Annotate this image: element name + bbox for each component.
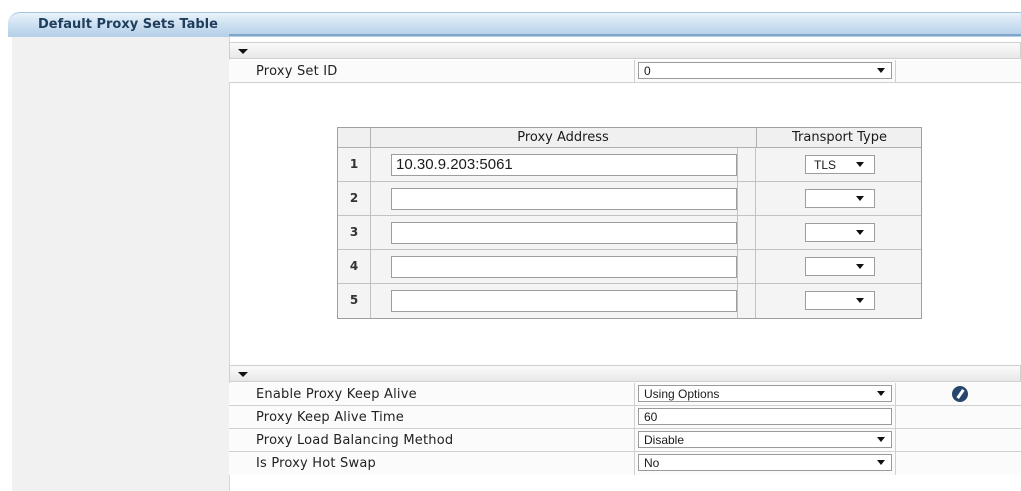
load-balancing-row: Proxy Load Balancing Method Disable: [229, 429, 1021, 452]
section-collapse-bar-general[interactable]: [229, 42, 1021, 59]
transport-type-header: Transport Type: [792, 130, 887, 145]
proxy-address-input[interactable]: [391, 222, 737, 244]
table-header: Proxy Address Transport Type: [338, 128, 921, 148]
column-divider: [895, 406, 896, 428]
column-divider: [634, 406, 635, 428]
hot-swap-label: Is Proxy Hot Swap: [256, 456, 376, 471]
keep-alive-time-label: Proxy Keep Alive Time: [256, 410, 404, 425]
column-divider: [895, 429, 896, 451]
row-index: 4: [338, 250, 371, 283]
column-divider: [895, 60, 896, 82]
hot-swap-select[interactable]: No: [638, 454, 892, 471]
proxy-address-input[interactable]: [391, 290, 737, 312]
cell-gap: [737, 148, 756, 181]
collapse-arrow-icon[interactable]: [238, 49, 248, 54]
keep-alive-label: Enable Proxy Keep Alive: [256, 387, 417, 402]
load-balancing-value: Disable: [644, 433, 685, 447]
collapse-arrow-icon[interactable]: [238, 372, 248, 377]
cell-gap: [737, 216, 756, 249]
dropdown-arrow-icon: [877, 391, 885, 396]
column-divider: [634, 429, 635, 451]
section-collapse-bar-keepalive[interactable]: [229, 365, 1021, 382]
index-column-header: [338, 128, 371, 147]
transport-type-value: TLS: [814, 158, 837, 172]
proxy-address-input[interactable]: 10.30.9.203:5061: [391, 154, 737, 176]
proxy-address-table: Proxy Address Transport Type 1 10.30.9.2…: [337, 127, 922, 319]
table-row: 5: [338, 284, 921, 318]
transport-type-select[interactable]: [805, 223, 875, 242]
table-row: 1 10.30.9.203:5061 TLS: [338, 148, 921, 182]
page-title: Default Proxy Sets Table: [38, 17, 218, 32]
dropdown-arrow-icon: [856, 230, 864, 235]
dropdown-arrow-icon: [856, 162, 864, 167]
proxy-set-id-select[interactable]: 0: [638, 62, 892, 79]
table-row: 2: [338, 182, 921, 216]
cell-gap: [737, 182, 756, 215]
table-row: 4: [338, 250, 921, 284]
column-divider: [634, 452, 635, 475]
load-balancing-label: Proxy Load Balancing Method: [256, 433, 454, 448]
dropdown-arrow-icon: [856, 196, 864, 201]
keep-alive-time-input[interactable]: 60: [638, 408, 892, 425]
hot-swap-value: No: [644, 456, 660, 470]
row-index: 1: [338, 148, 371, 181]
edit-pencil-icon[interactable]: [952, 386, 968, 402]
table-row: 3: [338, 216, 921, 250]
transport-type-select[interactable]: [805, 291, 875, 310]
proxy-address-header: Proxy Address: [370, 128, 757, 147]
keep-alive-select[interactable]: Using Options: [638, 385, 892, 402]
title-underline: [229, 34, 1021, 36]
proxy-set-id-row: Proxy Set ID 0: [229, 60, 1021, 83]
column-divider: [634, 60, 635, 82]
dropdown-arrow-icon: [877, 437, 885, 442]
column-divider: [895, 452, 896, 475]
transport-type-select[interactable]: TLS: [805, 155, 875, 174]
dropdown-arrow-icon: [856, 264, 864, 269]
dropdown-arrow-icon: [877, 68, 885, 73]
load-balancing-select[interactable]: Disable: [638, 431, 892, 448]
dropdown-arrow-icon: [856, 298, 864, 303]
column-divider: [895, 383, 896, 405]
cell-gap: [737, 284, 756, 318]
hot-swap-row: Is Proxy Hot Swap No: [229, 452, 1021, 475]
proxy-set-id-label: Proxy Set ID: [256, 64, 338, 79]
keep-alive-row: Enable Proxy Keep Alive Using Options: [229, 383, 1021, 406]
left-panel: [12, 30, 230, 491]
dropdown-arrow-icon: [877, 460, 885, 465]
transport-type-select[interactable]: [805, 189, 875, 208]
row-index: 2: [338, 182, 371, 215]
column-divider: [634, 383, 635, 405]
cell-gap: [737, 250, 756, 283]
transport-type-select[interactable]: [805, 257, 875, 276]
proxy-address-input[interactable]: [391, 256, 737, 278]
proxy-set-id-value: 0: [644, 64, 651, 78]
row-index: 5: [338, 284, 371, 318]
keep-alive-time-row: Proxy Keep Alive Time 60: [229, 406, 1021, 429]
row-index: 3: [338, 216, 371, 249]
proxy-address-input[interactable]: [391, 188, 737, 210]
keep-alive-value: Using Options: [644, 387, 720, 401]
